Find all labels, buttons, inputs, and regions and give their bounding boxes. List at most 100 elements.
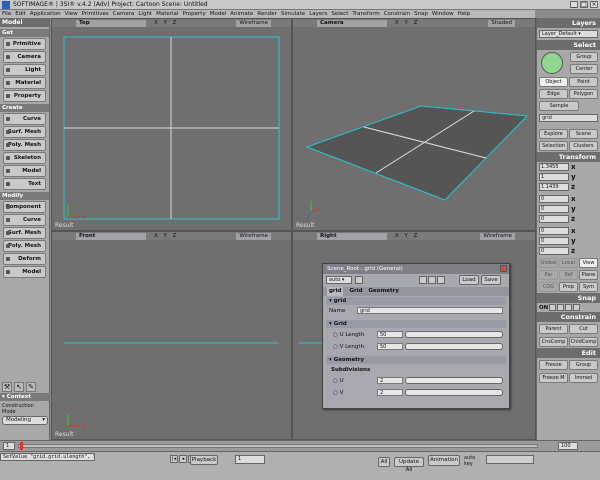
select-tool-icon[interactable]: ↖: [14, 382, 24, 392]
modify-deform-button[interactable]: Deform: [3, 253, 46, 265]
snap-on-label[interactable]: ON: [539, 305, 548, 311]
key-slider[interactable]: [486, 455, 534, 464]
refresh-icon[interactable]: [437, 276, 445, 284]
snap-point-icon[interactable]: [557, 304, 565, 311]
create-curve-button[interactable]: Curve: [3, 113, 46, 125]
menu-layers[interactable]: Layers: [309, 11, 327, 17]
freeze-m-button[interactable]: Freeze M: [539, 373, 568, 383]
menu-file[interactable]: File: [2, 11, 11, 17]
construction-mode-select[interactable]: Modeling ▾: [2, 416, 48, 425]
menu-simulate[interactable]: Simulate: [281, 11, 305, 17]
z-axis-label[interactable]: z: [571, 247, 575, 255]
get-property-button[interactable]: Property: [3, 90, 46, 102]
group-button[interactable]: Group: [569, 360, 598, 370]
vlength-field[interactable]: 50: [377, 343, 403, 350]
rotate-x-field[interactable]: 0: [539, 195, 569, 203]
paint-icon[interactable]: ✎: [26, 382, 36, 392]
viewport-camera-select[interactable]: Camera: [317, 19, 387, 27]
center-select-button[interactable]: Center: [570, 64, 598, 74]
clusters-button[interactable]: Clusters: [569, 141, 598, 151]
u-subdivisions-field[interactable]: 2: [377, 377, 403, 384]
z-axis-label[interactable]: z: [571, 215, 575, 223]
menu-camera[interactable]: Camera: [113, 11, 135, 17]
snap-curve-icon[interactable]: [565, 304, 573, 311]
y-axis-label[interactable]: y: [571, 173, 576, 181]
point-mode-button[interactable]: Point: [569, 77, 598, 87]
menu-animate[interactable]: Animate: [230, 11, 253, 17]
timeline-slider[interactable]: [18, 444, 538, 448]
close-button[interactable]: ×: [590, 1, 598, 8]
get-material-button[interactable]: Material: [3, 77, 46, 89]
scale-x-field[interactable]: 1.3455: [539, 163, 569, 171]
tab-grid[interactable]: Grid: [349, 287, 362, 296]
viewport-camera-select[interactable]: Right: [317, 232, 387, 240]
x-axis-label[interactable]: x: [571, 227, 576, 235]
current-frame-field[interactable]: 1: [235, 455, 265, 464]
x-axis-label[interactable]: x: [571, 163, 576, 171]
get-light-button[interactable]: Light: [3, 64, 46, 76]
viewport-display-mode[interactable]: Wireframe: [236, 19, 271, 27]
polygon-mode-button[interactable]: Polygon: [569, 89, 598, 99]
menu-snap[interactable]: Snap: [414, 11, 428, 17]
layer-select[interactable]: Layer_Default ▾: [539, 30, 598, 38]
menu-property[interactable]: Property: [182, 11, 205, 17]
menu-help[interactable]: Help: [458, 11, 471, 17]
playhead-marker[interactable]: [20, 442, 23, 450]
rotate-z-field[interactable]: 0: [539, 215, 569, 223]
menu-constrain[interactable]: Constrain: [384, 11, 410, 17]
viewport-axis-toggles[interactable]: X Y Z: [395, 233, 419, 239]
goto-start-icon[interactable]: |◂: [170, 455, 178, 463]
tool-icon[interactable]: ⚒: [2, 382, 12, 392]
cut-button[interactable]: Cut: [569, 324, 598, 334]
translate-z-field[interactable]: 0: [539, 247, 569, 255]
section-geometry[interactable]: ▾ Geometry: [326, 356, 506, 364]
tab-geometry[interactable]: Geometry: [369, 287, 399, 296]
animation-button[interactable]: Animation: [428, 455, 460, 466]
x-axis-label[interactable]: x: [571, 195, 576, 203]
snap-surface-icon[interactable]: [573, 304, 581, 311]
get-primitive-button[interactable]: Primitive: [3, 38, 46, 50]
selection-field[interactable]: grid: [539, 114, 598, 122]
context-header[interactable]: ▾ Context: [0, 393, 50, 401]
update-all-button[interactable]: Update All: [394, 457, 424, 473]
modify-surf-mesh-button[interactable]: Surf. Mesh: [3, 227, 46, 239]
create-poly-mesh-button[interactable]: Poly. Mesh: [3, 139, 46, 151]
vlength-slider[interactable]: [405, 343, 503, 350]
modify-curve-button[interactable]: Curve: [3, 214, 46, 226]
command-line[interactable]: SetValue "grid.grid.ulength", 50: [0, 453, 95, 461]
translate-x-field[interactable]: 0: [539, 227, 569, 235]
all-button[interactable]: All: [378, 457, 390, 467]
section-grid-object[interactable]: ▾ grid: [326, 297, 506, 305]
rotate-y-field[interactable]: 0: [539, 205, 569, 213]
viewport-display-mode[interactable]: Wireframe: [236, 232, 271, 240]
menu-select[interactable]: Select: [331, 11, 348, 17]
menu-material[interactable]: Material: [156, 11, 178, 17]
create-model-button[interactable]: Model: [3, 165, 46, 177]
frame-start-field[interactable]: 1: [3, 442, 15, 450]
property-editor-title[interactable]: Scene_Root : grid (General): [323, 264, 509, 274]
create-text-button[interactable]: Text: [3, 178, 46, 190]
edge-mode-button[interactable]: Edge: [539, 89, 568, 99]
menu-transform[interactable]: Transform: [352, 11, 379, 17]
name-field[interactable]: grid: [357, 307, 503, 314]
create-skeleton-button[interactable]: Skeleton: [3, 152, 46, 164]
object-mode-button[interactable]: Object: [539, 77, 568, 87]
section-grid[interactable]: ▾ Grid: [326, 320, 506, 328]
menu-edit[interactable]: Edit: [15, 11, 26, 17]
ulength-slider[interactable]: [405, 331, 503, 338]
modify-component-button[interactable]: Component: [3, 201, 46, 213]
par-button[interactable]: Par: [539, 270, 558, 280]
scale-y-field[interactable]: 1: [539, 173, 569, 181]
menu-model[interactable]: Model: [210, 11, 227, 17]
minimize-button[interactable]: _: [570, 1, 578, 8]
parent-button[interactable]: Parent: [539, 324, 568, 334]
load-button[interactable]: Load: [459, 275, 479, 285]
preset-select[interactable]: auto ▾: [326, 276, 352, 284]
viewport-axis-toggles[interactable]: X Y Z: [154, 20, 178, 26]
viewport-display-mode[interactable]: Wireframe: [480, 232, 515, 240]
z-axis-label[interactable]: z: [571, 183, 575, 191]
immed-button[interactable]: Immed: [569, 373, 598, 383]
plane-button[interactable]: Plane: [579, 270, 598, 280]
toolbar-header[interactable]: Model: [0, 18, 49, 27]
local-button[interactable]: Local: [559, 258, 578, 268]
